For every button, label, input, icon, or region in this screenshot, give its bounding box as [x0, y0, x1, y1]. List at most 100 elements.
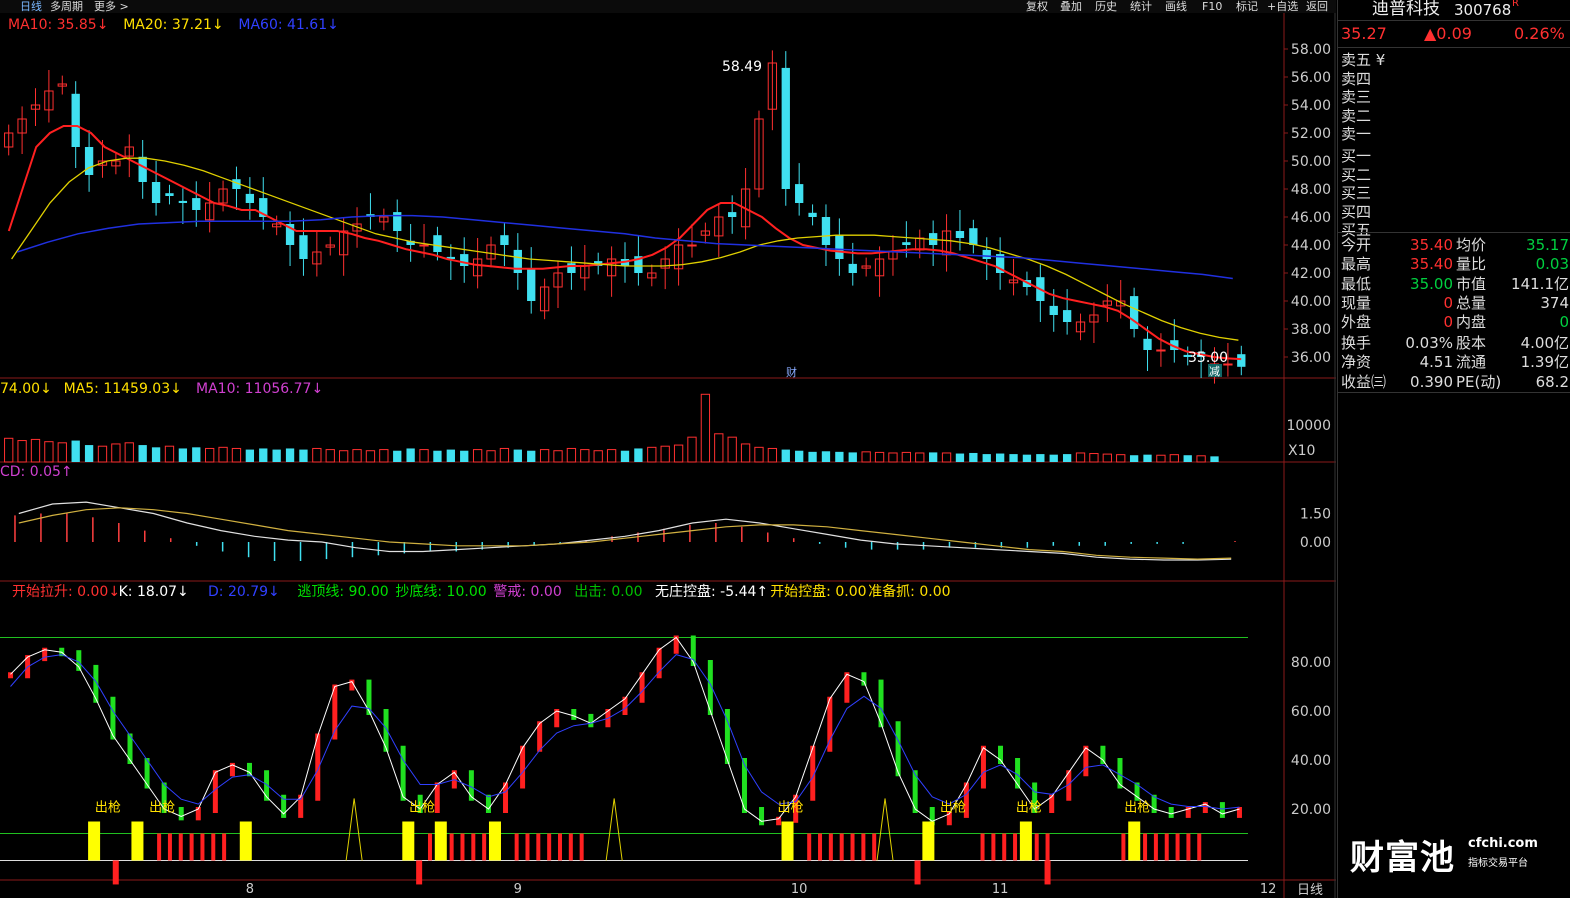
volume-bar: [727, 436, 737, 463]
volume-bar: [915, 452, 925, 463]
chart-area[interactable]: 58.49 35.00 财 减 出枪 出枪 出枪 出枪 出枪 出枪 出枪 8 9 10 11 12 日线 58…: [0, 13, 1336, 898]
signal-down-bar: [416, 860, 423, 885]
signal-triangle: [345, 798, 363, 861]
signal-red-bar: [1153, 833, 1158, 861]
volume-bar: [687, 436, 697, 463]
quote-value: 35.40: [1410, 255, 1453, 274]
volume-bar: [901, 451, 912, 463]
divider: [1338, 232, 1570, 233]
more-menu[interactable]: 更多 >: [94, 0, 129, 13]
period-daily-tab[interactable]: 日线: [20, 0, 42, 13]
kdj-legend-item: 逃顶线: 90.00: [297, 584, 388, 600]
multi-period-tab[interactable]: 多周期: [50, 0, 83, 13]
quote-label: 收益㈢: [1341, 372, 1387, 391]
toolbar-button-tongji[interactable]: 统计: [1130, 0, 1152, 13]
quote-label: 量比: [1456, 255, 1487, 274]
signal-red-bar: [547, 833, 552, 861]
kdj-k-bar: [1100, 745, 1106, 764]
volume-bar: [1009, 454, 1018, 462]
price-panel[interactable]: 58.49 35.00 财 减: [4, 50, 1246, 384]
volume-panel[interactable]: [4, 393, 1219, 463]
toolbar-button-diejia[interactable]: 叠加: [1060, 0, 1082, 13]
quote-value: 0.03: [1535, 255, 1569, 274]
macd-panel[interactable]: [14, 501, 1236, 561]
signal-red-bar: [579, 833, 584, 861]
quote-label: 内盘: [1456, 313, 1487, 332]
logo-text: 财富池: [1350, 838, 1455, 878]
volume-bar: [231, 447, 242, 463]
price-tick-label: 38.00: [1291, 322, 1331, 338]
signal-red-bar: [460, 833, 465, 861]
signal-red-bar: [427, 833, 432, 861]
macd-legend-item: CD: 0.05↑: [0, 464, 73, 480]
kdj-legend-item: 准备抓: 0.00: [868, 583, 950, 600]
volume-bar: [1036, 454, 1045, 462]
volume-bar: [888, 452, 898, 463]
quote-value: 0.390: [1410, 372, 1453, 391]
volume-bar: [352, 449, 362, 463]
signal-down-bar: [914, 860, 921, 885]
candle-body: [982, 249, 991, 259]
kdj-k-bar: [383, 709, 389, 752]
candle-body: [1237, 354, 1246, 367]
x-tick-label: 11: [992, 882, 1009, 897]
signal-yellow-block: [922, 821, 935, 861]
volume-legend-item: MA10: 11056.77↓: [196, 381, 323, 397]
kdj-k-bar: [588, 713, 594, 728]
divider: [1338, 20, 1570, 21]
volume-bar: [57, 442, 67, 463]
kdj-legend-item: 警戒: 0.00: [493, 584, 561, 600]
toolbar-button-f10[interactable]: F10: [1202, 0, 1222, 13]
volume-bar: [486, 450, 496, 463]
signal-red-bar: [525, 833, 530, 861]
volume-bar: [124, 442, 134, 463]
macd-dea-line: [18, 507, 1232, 560]
signal-label: 出枪: [409, 799, 435, 815]
price-tick-label: 42.00: [1291, 266, 1331, 282]
candle-body: [808, 212, 817, 217]
price-tick-label: 54.00: [1291, 98, 1331, 114]
kdj-k-bar: [1236, 807, 1242, 818]
kdj-k-bar: [366, 679, 372, 715]
kdj-panel[interactable]: 出枪 出枪 出枪 出枪 出枪 出枪 出枪: [0, 635, 1248, 885]
volume-bar: [982, 454, 991, 462]
signal-yellow-block: [488, 821, 501, 861]
toolbar-button-fanhui[interactable]: 返回: [1306, 0, 1328, 13]
volume-bar: [754, 446, 764, 463]
toolbar-button-huaxian[interactable]: 画线: [1165, 0, 1187, 13]
signal-red-bar: [1175, 833, 1180, 861]
volume-bar: [527, 450, 536, 462]
toolbar-button-zixuan[interactable]: +自选: [1267, 0, 1298, 13]
candle-body: [165, 193, 174, 196]
quote-value: 0: [1559, 313, 1569, 332]
reduce-marker: 减: [1209, 365, 1220, 378]
toolbar-button-lishi[interactable]: 历史: [1095, 0, 1117, 13]
volume-bar: [539, 449, 550, 463]
volume-bar: [245, 449, 255, 462]
price-tick-label: 50.00: [1291, 154, 1331, 170]
quote-label: 最低: [1341, 274, 1372, 293]
orderbook-buy-row: 买二: [1341, 165, 1372, 184]
volume-bar: [1169, 454, 1179, 463]
quote-sidebar: 迪普科技 300768 R 35.27 ▲0.09 0.26% 卖五 ¥ 卖四 卖三…: [1337, 0, 1570, 898]
signal-triangle: [605, 798, 623, 861]
orderbook-buy-row: 买一: [1341, 147, 1372, 165]
price-legend-item: MA20: 37.21↓: [123, 17, 223, 33]
volume-legend-item: MA5: 11459.03↓: [64, 381, 182, 397]
candle-body: [151, 182, 161, 203]
candle-body: [781, 67, 790, 189]
signal-red-bar: [211, 833, 216, 861]
volume-bar: [714, 433, 724, 463]
volume-bar: [553, 450, 563, 463]
signal-red-bar: [818, 833, 823, 861]
volume-bar: [781, 449, 790, 462]
signal-red-bar: [1121, 833, 1126, 861]
toolbar-button-fuquan[interactable]: 复权: [1026, 0, 1048, 13]
volume-bar: [1143, 454, 1152, 462]
volume-bar: [472, 449, 483, 463]
toolbar-button-biaoji[interactable]: 标记: [1236, 0, 1258, 13]
signal-red-bar: [536, 833, 541, 861]
volume-bar: [419, 449, 429, 463]
kdj-legend-item: 无庄控盘: -5.44↑: [655, 583, 768, 600]
signal-label: 出枪: [1124, 799, 1150, 815]
